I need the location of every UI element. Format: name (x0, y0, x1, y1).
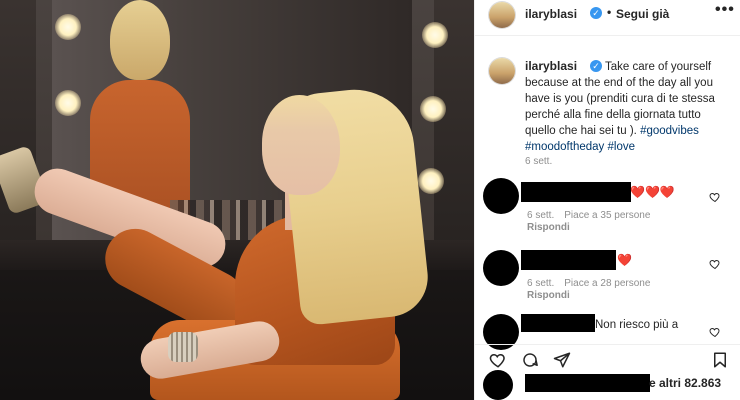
vanity-bulb (422, 22, 448, 48)
comment-likes-count[interactable]: Piace a 28 persone (564, 278, 650, 289)
post-header: ilaryblasi ✓ • Segui già ••• (475, 0, 740, 36)
caption: Take care of yourself because at the end… (525, 59, 725, 155)
vanity-bulb (418, 168, 444, 194)
comment-text: ❤️ (617, 253, 632, 267)
follow-button[interactable]: Segui già (616, 7, 669, 21)
share-icon[interactable] (553, 351, 571, 369)
comment-meta: 6 sett. Piace a 35 persone (527, 210, 660, 221)
caption-username[interactable]: ilaryblasi (525, 59, 577, 73)
liker-avatar-redacted[interactable] (483, 370, 513, 400)
bracelet (168, 332, 198, 362)
mirror-reflection-head (110, 0, 170, 80)
post-action-bar (475, 344, 740, 372)
redacted-username (521, 250, 616, 270)
separator-dot: • (607, 5, 612, 19)
hashtag-link[interactable]: #moodoftheday (525, 141, 604, 153)
comment-timestamp[interactable]: 6 sett. (527, 278, 554, 289)
more-options-button[interactable]: ••• (715, 1, 735, 19)
likes-summary: e altri 82.863 (475, 370, 740, 400)
vanity-bulb (55, 90, 81, 116)
comment-timestamp[interactable]: 6 sett. (527, 210, 554, 221)
verified-badge-icon: ✓ (590, 7, 602, 19)
caption-avatar[interactable] (489, 58, 515, 84)
vanity-bulb (420, 96, 446, 122)
likes-count[interactable]: e altri 82.863 (649, 376, 721, 390)
vanity-bulb (55, 14, 81, 40)
avatar[interactable] (489, 2, 515, 28)
bookmark-icon[interactable] (711, 351, 729, 369)
comment-avatar-redacted[interactable] (483, 250, 519, 286)
post-photo[interactable] (0, 0, 474, 400)
redacted-username (525, 374, 650, 392)
heart-icon[interactable] (709, 326, 721, 338)
comment-likes-count[interactable]: Piace a 35 persone (564, 210, 650, 221)
heart-icon[interactable] (489, 351, 507, 369)
heart-icon[interactable] (709, 258, 721, 270)
heart-icon[interactable] (709, 191, 721, 203)
post-side-panel: ilaryblasi ✓ • Segui già ••• Take care o… (474, 0, 740, 400)
reply-button[interactable]: Rispondi (527, 222, 570, 233)
comment-avatar-redacted[interactable] (483, 178, 519, 214)
comment-text: Non riesco più a (595, 319, 679, 331)
verified-badge-icon: ✓ (590, 60, 602, 72)
redacted-username (521, 314, 595, 332)
hashtag-link[interactable]: #goodvibes (640, 125, 699, 137)
hashtag-link[interactable]: #love (608, 141, 636, 153)
comment-meta: 6 sett. Piace a 28 persone (527, 278, 660, 289)
comment-text: ❤️❤️❤️ (630, 185, 675, 199)
redacted-username (521, 182, 631, 202)
comment-icon[interactable] (521, 351, 539, 369)
caption-timestamp[interactable]: 6 sett. (525, 156, 552, 167)
header-username[interactable]: ilaryblasi (525, 7, 577, 21)
reply-button[interactable]: Rispondi (527, 290, 570, 301)
woman-head (262, 95, 340, 195)
